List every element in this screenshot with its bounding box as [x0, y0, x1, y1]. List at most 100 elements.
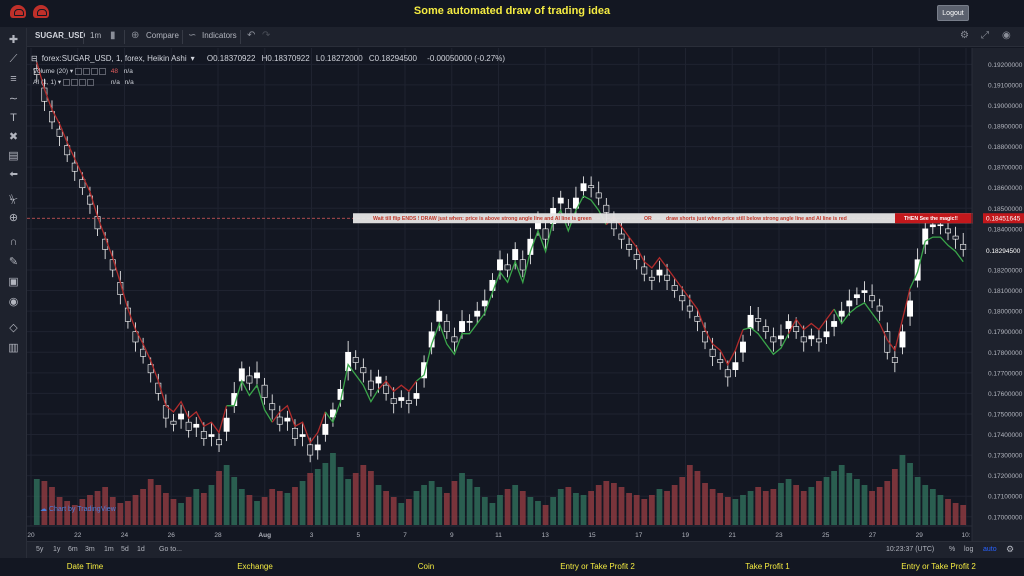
goto-button[interactable]: Go to... [159, 546, 182, 553]
footer-nav: Date Time Exchange Coin Entry or Take Pr… [0, 558, 1024, 576]
pattern-icon[interactable]: ✖ [7, 131, 20, 144]
prediction-icon[interactable]: ▤ [7, 150, 20, 163]
candle-body [223, 417, 230, 432]
camera-icon[interactable]: ◉ [1002, 30, 1011, 41]
candle-body [216, 439, 222, 446]
volume-bar [261, 497, 268, 525]
ai-legend[interactable]: AI (1, 1) ▾ n/a n/a [33, 78, 134, 86]
layers-icon[interactable]: ◇ [7, 322, 20, 335]
symbol-search[interactable]: SUGAR_USD [35, 31, 85, 40]
volume-bar [914, 477, 921, 525]
trash-icon[interactable]: ▥ [7, 342, 20, 355]
interval-button[interactable]: 1m [90, 31, 101, 40]
back-arrow-icon[interactable]: 🠨 [7, 169, 20, 182]
ai-line-segment [879, 288, 911, 352]
y-tick-label: 0.17400000 [988, 432, 1023, 439]
footer-entry-tp2[interactable]: Entry or Take Profit 2 [555, 562, 640, 571]
text-icon[interactable]: T [7, 112, 20, 125]
candle-body [853, 294, 860, 299]
candle-body [945, 228, 951, 234]
crosshair-icon[interactable]: ✚ [7, 34, 20, 47]
footer-exchange[interactable]: Exchange [220, 562, 290, 571]
candle-body [185, 421, 192, 431]
x-tick-label: 5 [356, 532, 360, 539]
volume-bar [686, 465, 693, 525]
zoom-icon[interactable]: ⊕ [7, 212, 20, 225]
candle-body [770, 336, 777, 343]
y-tick-label: 0.17200000 [988, 473, 1023, 480]
candle-body [686, 305, 693, 312]
magnet-icon[interactable]: ∩ [7, 236, 20, 249]
range-6m[interactable]: 6m [68, 546, 78, 553]
percent-toggle[interactable]: % [949, 546, 955, 553]
volume-bar [299, 481, 306, 525]
redo-icon[interactable]: ↷ [262, 30, 270, 41]
app-header: Some automated draw of trading idea Logo… [0, 0, 1024, 24]
candle-body [656, 269, 663, 276]
volume-bar [155, 485, 162, 525]
volume-bar [656, 489, 663, 525]
x-tick-label: 28 [214, 532, 222, 539]
volume-legend[interactable]: Volume (20) ▾ 48 n/a [33, 67, 133, 75]
range-5d[interactable]: 5d [121, 546, 129, 553]
volume-bar [808, 487, 815, 525]
candle-body [284, 417, 291, 422]
scale-settings-icon[interactable]: ⚙ [1006, 544, 1014, 555]
x-tick-label: 3 [310, 532, 314, 539]
y-tick-label: 0.17600000 [988, 391, 1023, 398]
indicators-icon[interactable]: ∽ [188, 30, 196, 41]
candle-style-icon[interactable]: ▮ [110, 30, 116, 41]
auto-toggle[interactable]: auto [983, 546, 997, 553]
footer-date-time[interactable]: Date Time [50, 562, 120, 571]
indicators-button[interactable]: Indicators [202, 31, 237, 40]
volume-bars [33, 453, 967, 525]
footer-take-profit-1[interactable]: Take Profit 1 [730, 562, 805, 571]
brush-icon[interactable]: ∼ [7, 93, 20, 106]
candle-body [846, 300, 853, 307]
trend-line-icon[interactable]: ⟋ [7, 53, 20, 66]
log-toggle[interactable]: log [964, 546, 973, 553]
fullscreen-icon[interactable]: ⤢ [981, 30, 989, 41]
range-5y[interactable]: 5y [36, 546, 43, 553]
candle-body [588, 185, 595, 189]
ruler-icon[interactable]: ⏧ [7, 194, 20, 207]
compare-icon[interactable]: ⊕ [131, 30, 139, 41]
volume-value: 48 [110, 68, 118, 75]
settings-icon[interactable]: ⚙ [960, 30, 969, 41]
volume-bar [33, 479, 40, 525]
footer-coin[interactable]: Coin [396, 562, 456, 571]
volume-bar [945, 499, 951, 525]
x-tick-label: 20 [27, 532, 35, 539]
candle-body [178, 413, 185, 420]
volume-bar [626, 493, 632, 525]
price-chart[interactable]: Wait till flip ENDS ! DRAW just when: pr… [27, 48, 1024, 541]
volume-bar [125, 501, 131, 525]
lock-icon[interactable]: ▣ [7, 276, 20, 289]
volume-bar [170, 499, 177, 525]
fib-icon[interactable]: ≡ [7, 73, 20, 86]
range-1d[interactable]: 1d [137, 546, 145, 553]
candle-body [413, 393, 420, 399]
undo-icon[interactable]: ↶ [247, 30, 255, 41]
logout-button[interactable]: Logout [937, 5, 969, 21]
candle-body [200, 431, 207, 439]
footer-entry-tp2-b[interactable]: Entry or Take Profit 2 [896, 562, 981, 571]
volume-bar [504, 489, 511, 525]
candle-body [398, 397, 405, 401]
symbol-line[interactable]: forex:SUGAR_USD, 1, forex, Heikin Ashi [42, 54, 187, 63]
collapse-icon[interactable]: ⊟ [31, 54, 38, 63]
volume-bar [117, 503, 124, 525]
range-1m[interactable]: 1m [104, 546, 114, 553]
tradingview-watermark[interactable]: ☁ Chart by TradingView [40, 505, 116, 513]
range-1y[interactable]: 1y [53, 546, 60, 553]
drawing-toolbar: ✚ ⟋ ≡ ∼ T ✖ ▤ 🠨 ⏧ ⊕ ∩ ✎ ▣ ◉ ◇ ▥ [0, 28, 27, 558]
range-3m[interactable]: 3m [85, 546, 95, 553]
stay-drawing-icon[interactable]: ✎ [7, 256, 20, 269]
candle-body [679, 295, 686, 302]
compare-button[interactable]: Compare [146, 31, 179, 40]
volume-bar [345, 479, 352, 525]
eye-icon[interactable]: ◉ [7, 296, 20, 309]
candle-body [732, 362, 739, 371]
volume-bar [147, 479, 154, 525]
y-tick-label: 0.19100000 [988, 82, 1023, 89]
